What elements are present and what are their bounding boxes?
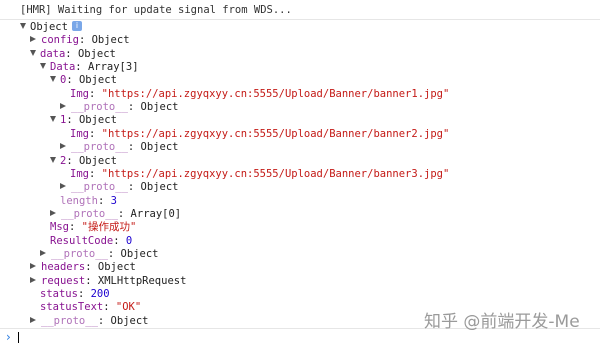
value-text: : Object [127,101,179,114]
tree-row[interactable]: Data: Array[3] [40,61,139,74]
value-text: : Object [66,114,117,127]
number-value: 200 [90,288,110,300]
collapsed-triangle-icon[interactable] [30,36,36,43]
value-text: : [88,87,102,100]
collapsed-triangle-icon[interactable] [60,143,66,150]
collapsed-triangle-icon[interactable] [50,209,56,216]
string-value: "OK" [115,301,142,314]
tree-row[interactable]: 2: Object [50,155,117,168]
number-value: 0 [125,234,133,247]
value-text: : Object [97,314,149,327]
tree-row[interactable]: __proto__: Object [60,101,178,114]
tree-row[interactable]: 0: Object [50,74,117,87]
hmr-log-line: [HMR] Waiting for update signal from WDS… [0,0,600,20]
text-caret [18,332,19,343]
value-text: : XMLHttpRequest [85,274,187,287]
expanded-triangle-icon[interactable] [40,63,46,70]
value-text: : Object [66,154,117,167]
string-value: "https://api.zgyqxyy.cn:5555/Upload/Bann… [101,167,450,180]
property-key: __proto__ [61,207,118,220]
tree-row[interactable]: headers: Object [30,261,136,274]
value-text: : Object [85,261,136,274]
tree-row[interactable]: Object i [20,21,82,34]
property-key: __proto__ [41,314,98,327]
value-text: : Array[3] [75,61,139,74]
property-key: headers [41,261,86,274]
value-text: : [103,301,116,314]
tree-row[interactable]: request: XMLHttpRequest [30,275,186,288]
tree-row[interactable]: __proto__: Array[0] [50,208,181,221]
tree-row: Img: "https://api.zgyqxyy.cn:5555/Upload… [70,168,449,181]
property-key: Msg [50,221,69,234]
collapsed-triangle-icon[interactable] [30,263,36,270]
tree-row[interactable]: __proto__: Object [30,315,148,328]
tree-row: status: 200 [40,288,110,301]
tree-row[interactable]: data: Object [30,48,116,61]
property-key: Img [70,127,89,140]
property-key: data [40,47,66,60]
value-text: : [88,127,102,140]
collapsed-triangle-icon[interactable] [60,183,66,190]
value-text: : [77,288,91,300]
tree-row: Msg: "操作成功" [50,221,136,234]
tree-row: length: 3 [60,195,117,208]
value-text: Object [30,21,68,33]
value-text: : [113,234,126,247]
tree-row: Img: "https://api.zgyqxyy.cn:5555/Upload… [70,88,449,101]
property-key: statusText [40,301,104,314]
property-key: __proto__ [71,141,128,154]
value-text: : [97,194,111,207]
collapsed-triangle-icon[interactable] [30,276,36,283]
info-icon[interactable]: i [71,21,82,31]
tree-row[interactable]: __proto__: Object [40,248,158,261]
expanded-triangle-icon[interactable] [50,116,56,123]
tree-row[interactable]: __proto__: Object [60,181,178,194]
expanded-triangle-icon[interactable] [50,156,56,163]
property-key: __proto__ [71,181,128,194]
property-key: length [60,194,98,207]
expanded-triangle-icon[interactable] [50,76,56,83]
watermark: 知乎 @前端开发-Me [424,312,580,332]
number-value: 3 [110,194,117,207]
value-text: : [88,167,102,180]
property-key: request [41,274,86,287]
value-text: : Object [127,181,179,194]
property-key: Img [70,167,89,180]
property-key: Img [70,87,89,100]
property-key: Data [50,61,76,74]
collapsed-triangle-icon[interactable] [30,316,36,323]
collapsed-triangle-icon[interactable] [40,249,46,256]
tree-row[interactable]: __proto__: Object [60,141,178,154]
value-text: : Object [66,74,117,87]
collapsed-triangle-icon[interactable] [60,103,66,110]
prompt-chevron-icon: › [6,330,11,344]
tree-row[interactable]: 1: Object [50,114,117,127]
value-text: : Array[0] [117,207,182,220]
string-value: "操作成功" [81,221,137,234]
value-text: : Object [65,47,116,60]
property-key: status [40,288,78,300]
tree-row: statusText: "OK" [40,301,141,314]
property-key: ResultCode [50,234,114,247]
string-value: "https://api.zgyqxyy.cn:5555/Upload/Bann… [101,127,450,140]
value-text: : Object [78,34,130,47]
value-text: : Object [107,247,159,260]
property-key: __proto__ [51,247,108,260]
value-text: : [68,221,82,234]
hmr-message: [HMR] Waiting for update signal from WDS… [20,4,292,16]
tree-row: Img: "https://api.zgyqxyy.cn:5555/Upload… [70,128,449,141]
string-value: "https://api.zgyqxyy.cn:5555/Upload/Bann… [101,87,450,100]
tree-row: ResultCode: 0 [50,235,132,248]
expanded-triangle-icon[interactable] [30,49,36,56]
expanded-triangle-icon[interactable] [20,23,26,29]
property-key: __proto__ [71,101,128,114]
value-text: : Object [127,141,179,154]
tree-row[interactable]: config: Object [30,34,130,47]
property-key: config [41,34,79,47]
